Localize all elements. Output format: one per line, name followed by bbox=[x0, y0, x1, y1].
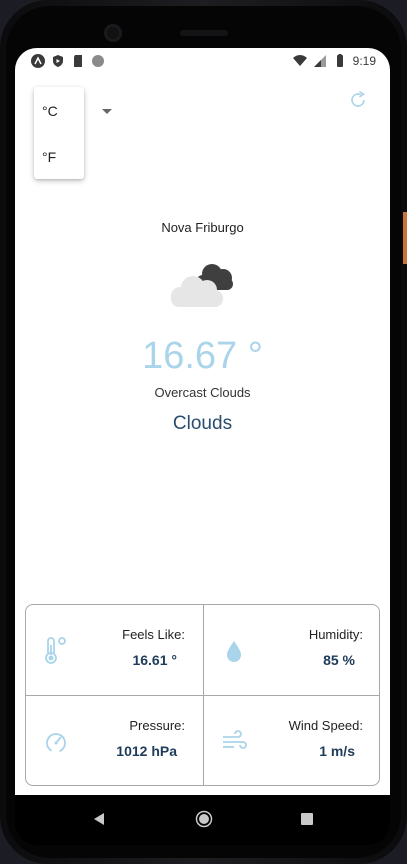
city-name: Nova Friburgo bbox=[161, 220, 244, 235]
signal-icon bbox=[313, 55, 326, 67]
front-camera bbox=[104, 24, 122, 42]
water-drop-icon bbox=[227, 641, 241, 662]
thermometer-icon bbox=[45, 637, 66, 664]
status-left-icons bbox=[31, 54, 105, 68]
status-bar: 9:19 bbox=[15, 48, 390, 74]
app-a-icon bbox=[31, 54, 45, 68]
app-screen: 9:19 °C °F Nova Friburgo 16.67 ° Overcas… bbox=[15, 48, 390, 795]
unit-option-celsius[interactable]: °C bbox=[42, 103, 58, 119]
battery-icon bbox=[336, 54, 343, 67]
shield-icon bbox=[53, 55, 63, 67]
power-button bbox=[403, 212, 407, 264]
feels-like-cell: Feels Like: 16.61 ° bbox=[26, 605, 203, 695]
feels-like-label: Feels Like: bbox=[122, 627, 185, 642]
humidity-cell: Humidity: 85 % bbox=[204, 605, 379, 695]
gauge-icon bbox=[46, 733, 66, 753]
status-time: 9:19 bbox=[352, 54, 376, 68]
home-icon[interactable] bbox=[195, 810, 213, 828]
wifi-icon bbox=[292, 55, 307, 66]
sd-card-icon bbox=[74, 55, 82, 67]
status-right-icons: 9:19 bbox=[292, 54, 376, 68]
weather-details-grid: Feels Like: 16.61 ° Humidity: 85 % Press… bbox=[25, 604, 380, 786]
android-nav-bar bbox=[15, 795, 390, 845]
cloud-icon bbox=[171, 264, 233, 307]
unit-option-fahrenheit[interactable]: °F bbox=[42, 149, 56, 165]
current-temperature: 16.67 ° bbox=[142, 335, 263, 377]
humidity-value: 85 % bbox=[323, 652, 355, 668]
wind-speed-cell: Wind Speed: 1 m/s bbox=[204, 696, 379, 785]
wind-speed-label: Wind Speed: bbox=[288, 718, 363, 733]
weather-main: Clouds bbox=[172, 413, 233, 434]
feels-like-value: 16.61 ° bbox=[132, 652, 177, 668]
unit-menu: °C °F bbox=[34, 87, 84, 179]
humidity-label: Humidity: bbox=[308, 627, 363, 642]
refresh-icon[interactable] bbox=[348, 90, 368, 110]
pressure-value: 1012 hPa bbox=[116, 743, 177, 759]
earpiece-speaker bbox=[180, 30, 228, 36]
wind-icon bbox=[223, 730, 247, 749]
recent-apps-icon[interactable] bbox=[301, 813, 313, 825]
pressure-cell: Pressure: 1012 hPa bbox=[26, 696, 203, 785]
circle-icon bbox=[92, 55, 104, 67]
unit-dropdown-caret-icon[interactable] bbox=[102, 109, 112, 114]
weather-description: Overcast Clouds bbox=[154, 385, 251, 400]
back-icon[interactable] bbox=[93, 812, 105, 826]
pressure-label: Pressure: bbox=[129, 718, 185, 733]
wind-speed-value: 1 m/s bbox=[319, 743, 355, 759]
